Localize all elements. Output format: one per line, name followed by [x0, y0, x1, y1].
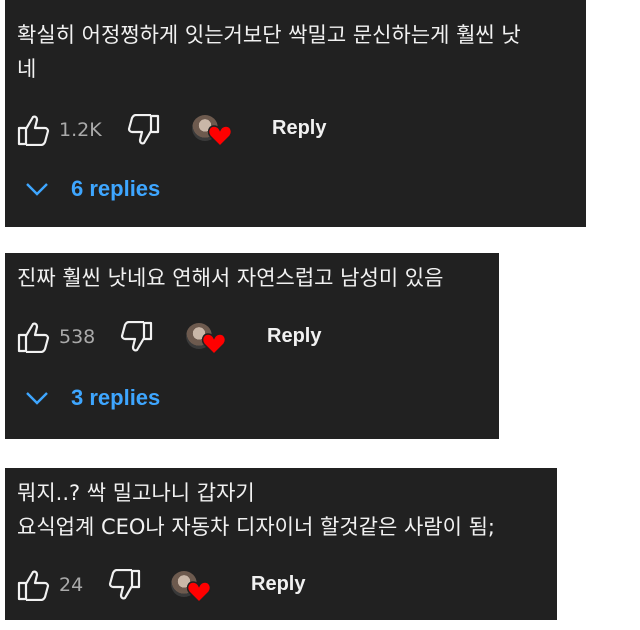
chevron-down-icon: [26, 183, 48, 196]
thumbs-up-icon[interactable]: [17, 569, 51, 601]
thumbs-up-icon[interactable]: [17, 114, 51, 146]
creator-heart-badge: [171, 569, 211, 605]
comment-text: 뭐지..? 싹 밀고나니 갑자기 요식업계 CEO나 자동차 디자이너 할것같은…: [17, 481, 495, 539]
heart-icon: [208, 125, 232, 147]
comment-card-1: 확실히 어정쩡하게 잇는거보단 싹밀고 문신하는게 훨씬 낫 네 1.2K Re…: [5, 0, 586, 227]
creator-heart-badge: [186, 321, 226, 357]
comment-card-2: 진짜 훨씬 낫네요 연해서 자연스럽고 남성미 있음 538 Reply 3 r…: [5, 253, 499, 439]
like-count: 24: [59, 574, 84, 596]
view-replies-button[interactable]: 3 replies: [25, 385, 160, 411]
reply-button[interactable]: Reply: [251, 573, 305, 596]
chevron-down-icon: [26, 392, 48, 405]
reply-button[interactable]: Reply: [267, 325, 321, 348]
comment-actions: 1.2K: [17, 112, 160, 148]
comment-text: 진짜 훨씬 낫네요 연해서 자연스럽고 남성미 있음: [17, 266, 444, 290]
comment-actions: 538: [17, 319, 153, 355]
thumbs-down-icon[interactable]: [107, 569, 141, 601]
thumbs-down-icon[interactable]: [126, 114, 160, 146]
view-replies-button[interactable]: 6 replies: [25, 176, 160, 202]
creator-heart-badge: [192, 113, 232, 149]
thumbs-up-icon[interactable]: [17, 321, 51, 353]
thumbs-down-icon[interactable]: [119, 321, 153, 353]
replies-count-label: 3 replies: [71, 385, 161, 410]
comment-card-3: 뭐지..? 싹 밀고나니 갑자기 요식업계 CEO나 자동차 디자이너 할것같은…: [5, 468, 557, 620]
replies-count-label: 6 replies: [71, 176, 161, 201]
reply-button[interactable]: Reply: [272, 117, 326, 140]
like-count: 538: [59, 326, 96, 348]
like-count: 1.2K: [59, 119, 102, 141]
comment-actions: 24: [17, 567, 141, 603]
comment-text: 확실히 어정쩡하게 잇는거보단 싹밀고 문신하는게 훨씬 낫 네: [17, 23, 521, 81]
heart-icon: [202, 333, 226, 355]
heart-icon: [187, 581, 211, 603]
